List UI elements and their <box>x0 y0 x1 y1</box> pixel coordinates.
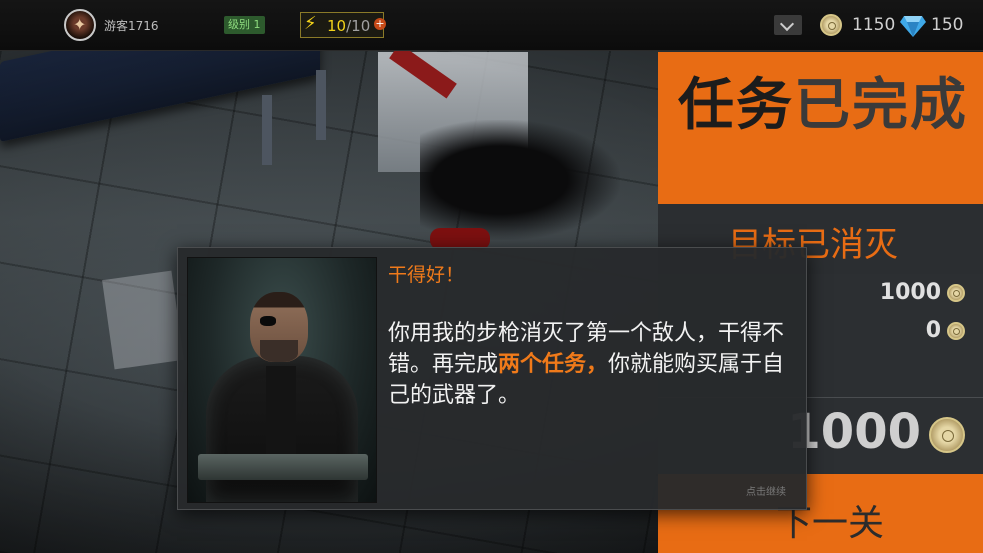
level-label: 级别 <box>228 18 250 31</box>
coin-icon <box>929 417 965 453</box>
reward-row: 0 <box>926 318 965 343</box>
reward-value: 1000 <box>879 280 941 305</box>
username: 游客1716 <box>104 19 159 33</box>
coin-icon <box>947 322 965 340</box>
coin-icon <box>947 284 965 302</box>
portrait-shirt <box>266 366 296 456</box>
chevron-down-icon <box>779 16 795 32</box>
energy-text: 10/10 <box>327 17 370 35</box>
reward-row: 1000 <box>880 280 965 305</box>
title-part-mission: 任务 <box>678 73 794 138</box>
level-badge: 级别 1 <box>224 16 265 34</box>
title-part-completed: 已完成 <box>794 73 968 138</box>
gem-icon <box>900 16 926 37</box>
energy-max: 10 <box>351 17 371 35</box>
top-bar: ✦ 游客1716 级别 1 ⚡ 10/10 + 1150 150 <box>0 0 983 51</box>
gems-balance: 150 <box>931 15 964 35</box>
tap-to-continue-hint[interactable]: 点击继续 <box>746 483 786 498</box>
bolt-icon: ⚡ <box>304 13 317 34</box>
coin-icon <box>820 14 842 36</box>
dialog-title: 干得好！ <box>388 264 465 286</box>
coins-balance: 1150 <box>852 15 896 35</box>
energy-current: 10 <box>327 17 347 35</box>
eagle-icon: ✦ <box>73 15 87 34</box>
avatar-icon[interactable]: ✦ <box>64 9 96 41</box>
total-value: 1000 <box>787 404 921 460</box>
dropdown-button[interactable] <box>774 15 802 35</box>
portrait-table <box>198 454 368 480</box>
mentor-portrait <box>187 257 377 503</box>
level-value: 1 <box>253 18 261 31</box>
mission-complete-banner: 任务已完成 <box>658 52 983 204</box>
mentor-dialog[interactable]: 干得好！ 你用我的步枪消灭了第一个敌人，干得不错。再完成两个任务，你就能购买属于… <box>177 247 807 510</box>
portrait-beard <box>260 340 298 362</box>
mission-complete-title: 任务已完成 <box>678 74 968 138</box>
message-highlight: 两个任务， <box>498 352 609 377</box>
dialog-message: 你用我的步枪消灭了第一个敌人，干得不错。再完成两个任务，你就能购买属于自己的武器… <box>388 318 788 411</box>
energy-meter: ⚡ 10/10 <box>300 12 384 38</box>
reward-value: 0 <box>925 318 941 343</box>
total-reward: 1000 <box>787 404 965 460</box>
eyepatch-icon <box>260 316 276 326</box>
plus-icon[interactable]: + <box>374 18 386 30</box>
